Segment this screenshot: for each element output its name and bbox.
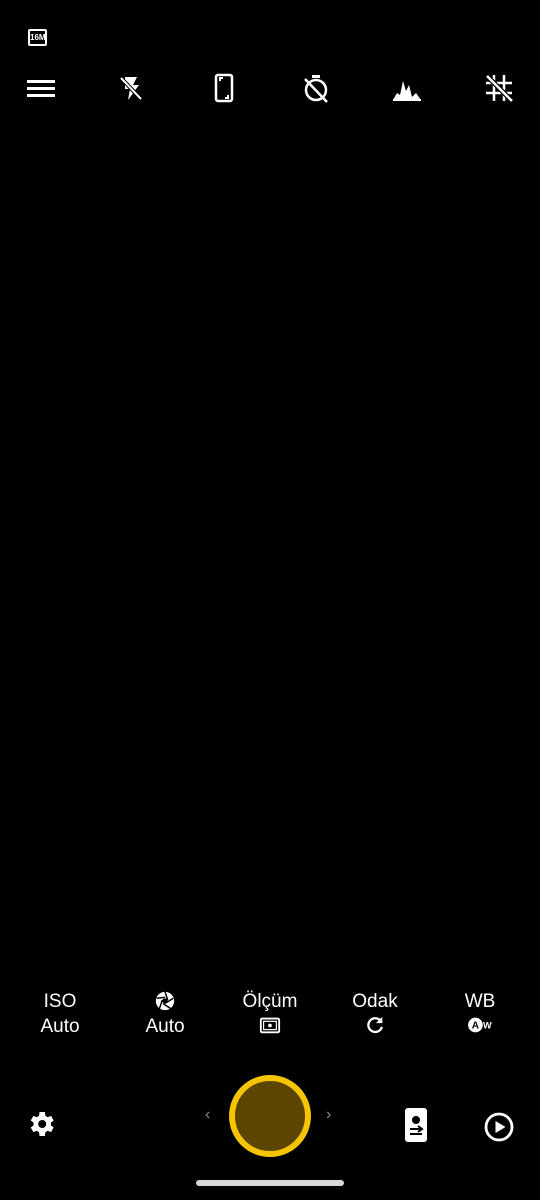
- previous-mode-chevron[interactable]: ‹: [205, 1106, 210, 1124]
- auto-wb-icon: AW: [425, 1014, 535, 1040]
- metering-label: Ölçüm: [242, 991, 298, 1012]
- timer-off-icon[interactable]: [299, 71, 333, 105]
- iso-value: Auto: [40, 1016, 80, 1037]
- flash-off-icon[interactable]: [114, 71, 148, 105]
- refresh-icon: [320, 1014, 430, 1040]
- next-mode-chevron[interactable]: ›: [326, 1106, 331, 1124]
- aspect-ratio-icon[interactable]: [207, 71, 241, 105]
- shutter-speed-value: Auto: [145, 1016, 185, 1037]
- histogram-icon[interactable]: [390, 71, 424, 105]
- focus-label: Odak: [352, 991, 398, 1012]
- play-icon[interactable]: [483, 1111, 515, 1143]
- white-balance-control[interactable]: WB AW: [425, 990, 535, 1040]
- top-toolbar: [0, 64, 540, 114]
- megapixel-badge: 16M: [28, 29, 47, 46]
- bottom-bar: ‹ ›: [0, 1070, 540, 1170]
- settings-icon[interactable]: [25, 1108, 57, 1140]
- iso-label: ISO: [43, 991, 77, 1012]
- home-indicator[interactable]: [196, 1180, 344, 1186]
- shutter-button[interactable]: [229, 1075, 311, 1157]
- manual-controls: ISO Auto Auto Ölçüm Odak WB AW: [0, 990, 540, 1060]
- shutter-speed-control[interactable]: Auto: [110, 990, 220, 1040]
- camera-viewfinder[interactable]: [0, 120, 540, 980]
- grid-off-icon[interactable]: [482, 71, 516, 105]
- svg-text:W: W: [483, 1021, 492, 1031]
- focus-control[interactable]: Odak: [320, 990, 430, 1040]
- metering-icon: [215, 1014, 325, 1040]
- aperture-icon: [110, 990, 220, 1014]
- switch-camera-icon[interactable]: [401, 1106, 431, 1144]
- wb-label: WB: [464, 991, 496, 1012]
- menu-icon[interactable]: [24, 71, 58, 105]
- svg-text:A: A: [472, 1021, 480, 1032]
- metering-control[interactable]: Ölçüm: [215, 990, 325, 1040]
- iso-control[interactable]: ISO Auto: [5, 990, 115, 1040]
